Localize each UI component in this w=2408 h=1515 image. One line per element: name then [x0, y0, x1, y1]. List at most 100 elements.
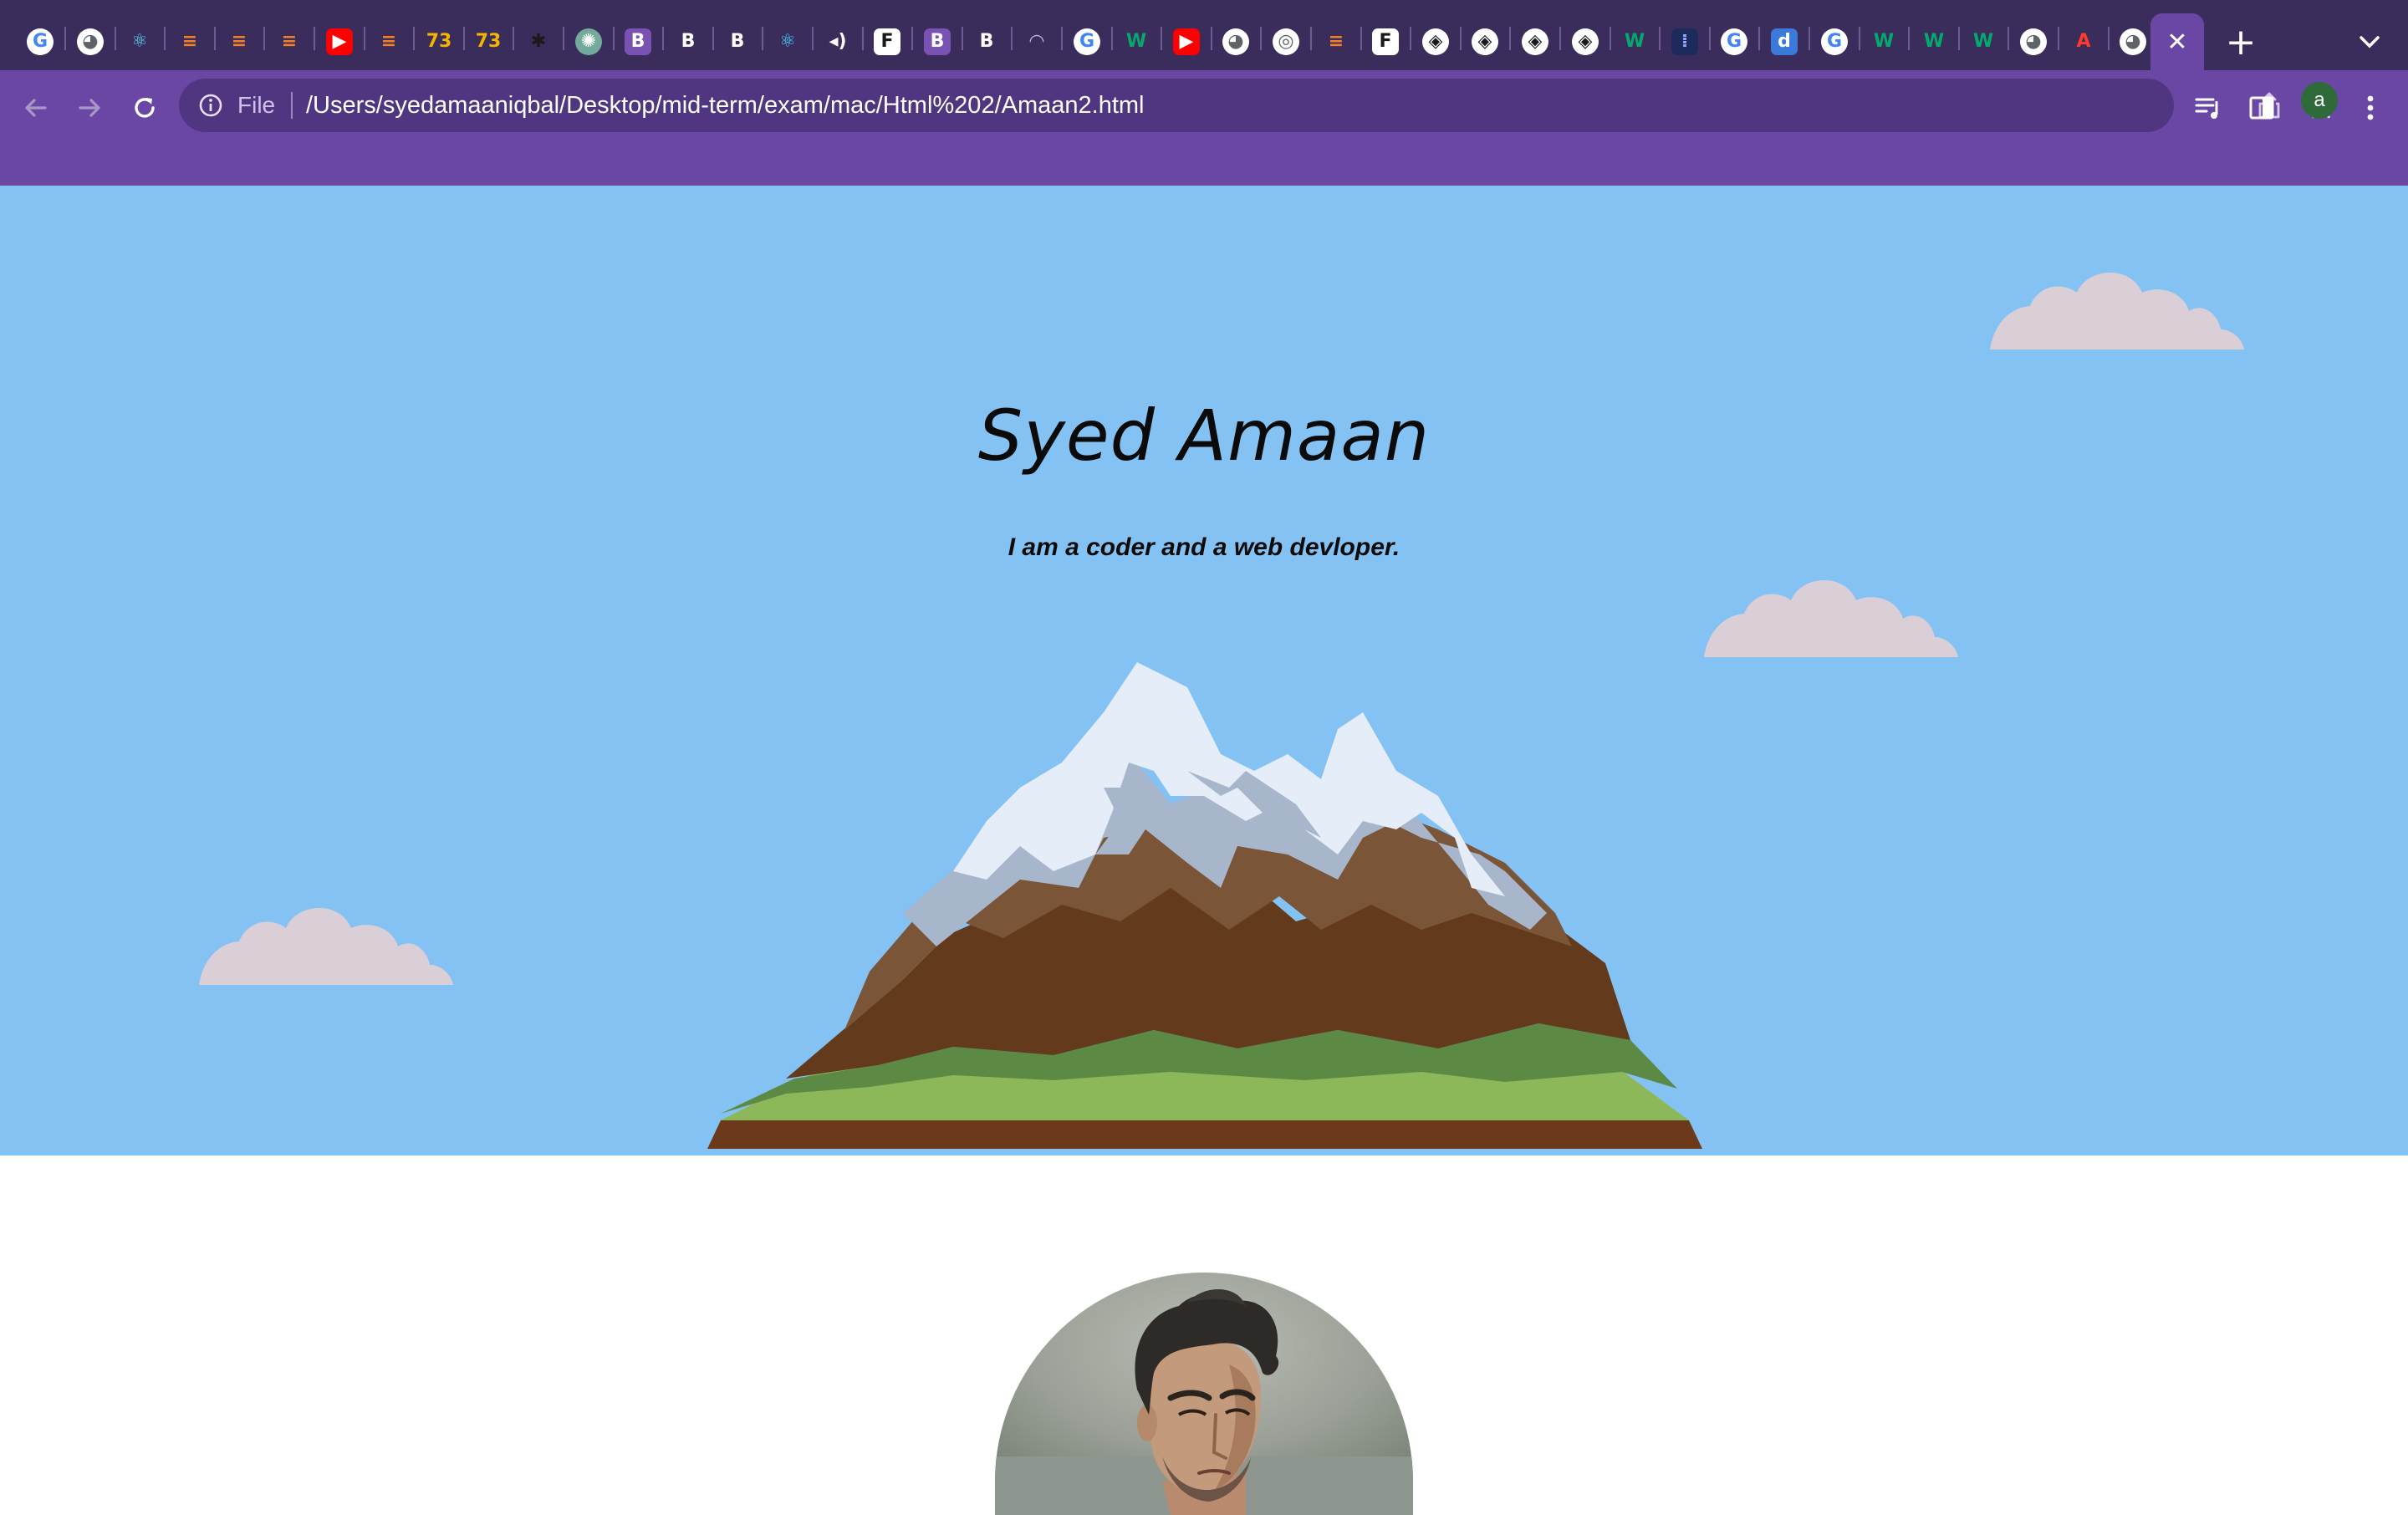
stackoverflow-icon: ≡ [181, 31, 198, 52]
browser-tab[interactable]: B [912, 13, 963, 70]
w3schools-icon: 73 [475, 31, 502, 52]
browser-tab[interactable]: G [15, 13, 66, 70]
browser-tab[interactable]: ◎ [1261, 13, 1312, 70]
mountain-illustration [707, 662, 1702, 1149]
browser-tab[interactable]: ◈ [1560, 13, 1611, 70]
w3-icon: W [1125, 31, 1147, 52]
dotted-grid-icon: ⁞ [1671, 28, 1698, 55]
browser-tab[interactable]: B [712, 13, 763, 70]
cloud-left [199, 907, 453, 985]
stackoverflow-icon: ≡ [231, 31, 247, 52]
bootstrap-icon: B [924, 28, 951, 55]
page-viewport: Syed Amaan I am a coder and a web devlop… [0, 186, 2408, 1515]
google-icon: G [1074, 28, 1100, 55]
globe-icon: ◕ [1222, 28, 1249, 55]
browser-tab[interactable]: B [962, 13, 1013, 70]
w3-icon: W [1923, 31, 1945, 52]
browser-tab[interactable]: ≡ [214, 13, 265, 70]
w3-icon: W [1624, 31, 1645, 52]
reload-icon [135, 98, 155, 118]
browser-tab[interactable]: ◈ [1460, 13, 1511, 70]
bootstrap-icon: B [979, 31, 994, 52]
browser-tab[interactable]: ▶ [314, 13, 365, 70]
browser-tab[interactable]: ✱ [513, 13, 564, 70]
cloud-middle-right [1704, 579, 1958, 657]
browser-tab[interactable]: W [1610, 13, 1661, 70]
hero-section: Syed Amaan I am a coder and a web devlop… [0, 186, 2408, 1155]
browser-tab[interactable]: ◈ [1411, 13, 1462, 70]
profile-photo [995, 1273, 1413, 1515]
fontawesome-icon: F [1372, 28, 1399, 55]
url-text[interactable]: /Users/syedamaaniqbal/Desktop/mid-term/e… [306, 90, 1144, 120]
w3-icon: W [1873, 31, 1895, 52]
back-button[interactable] [13, 85, 59, 130]
info-icon[interactable] [197, 92, 224, 119]
stackoverflow-icon: ≡ [1328, 31, 1344, 52]
browser-tab[interactable]: F [1360, 13, 1411, 70]
tab-search-button[interactable] [2351, 23, 2388, 60]
browser-tab[interactable]: ◕ [2008, 13, 2059, 70]
arrow-right-icon [79, 99, 100, 117]
browser-tab[interactable]: ◠ [1012, 13, 1063, 70]
codepen-icon: ◈ [1572, 28, 1599, 55]
react-bootstrap-icon: ⚛ [779, 31, 796, 52]
address-bar[interactable]: File /Users/syedamaaniqbal/Desktop/mid-t… [179, 79, 2335, 132]
cloud-top-right [1990, 272, 2244, 349]
codepen-icon: ◈ [1422, 28, 1449, 55]
browser-menu-button[interactable] [2348, 85, 2393, 130]
browser-tab[interactable]: 73 [463, 13, 514, 70]
browser-toolbar: File /Users/syedamaaniqbal/Desktop/mid-t… [0, 70, 2408, 201]
media-control-button[interactable] [2186, 85, 2231, 130]
tab-strip: G ◕ ⚛ ≡ ≡ ≡ ▶ ≡ 73 73 ✱ ✺ B B B ⚛ ◂) F B B ◠ G W ▶ ◕ ◎ ≡ F ◈ ◈ ◈ ◈ W ⁞ Gd G… [0, 0, 2408, 70]
close-tab-icon[interactable]: ✕ [2166, 28, 2187, 57]
browser-tab[interactable]: W [1958, 13, 2009, 70]
w3schools-icon: 73 [426, 31, 452, 52]
browser-tab[interactable]: G [1062, 13, 1113, 70]
stackoverflow-icon: ≡ [281, 31, 298, 52]
browser-tab[interactable]: W [1111, 13, 1162, 70]
react-icon: ⚛ [131, 31, 148, 52]
browser-tab[interactable]: ≡ [165, 13, 216, 70]
audio-icon: ◂) [829, 31, 847, 52]
browser-tab[interactable]: ≡ [364, 13, 415, 70]
browser-tab[interactable]: W [1859, 13, 1910, 70]
browser-tab[interactable]: ≡ [264, 13, 315, 70]
browser-tab[interactable]: ✺ [564, 13, 615, 70]
globe-icon: ◕ [2120, 28, 2146, 55]
browser-tab[interactable]: d [1759, 13, 1810, 70]
browser-tab[interactable]: ⁞ [1660, 13, 1711, 70]
browser-tab[interactable]: ⚛ [763, 13, 814, 70]
arrow-left-icon [25, 99, 47, 117]
browser-tab[interactable]: ≡ [1311, 13, 1362, 70]
profile-avatar[interactable]: a [2301, 82, 2338, 119]
browser-tab[interactable]: G [1709, 13, 1760, 70]
stackoverflow-icon: ≡ [380, 31, 397, 52]
active-tab[interactable]: ✕ [2150, 13, 2204, 70]
browser-tab[interactable]: G [1809, 13, 1860, 70]
new-tab-button[interactable]: + [2219, 20, 2263, 64]
browser-tab[interactable]: ⚛ [115, 13, 166, 70]
openai-icon: ✺ [575, 28, 602, 55]
side-panel-button[interactable] [2239, 85, 2284, 130]
browser-tab[interactable]: 73 [414, 13, 465, 70]
bootstrap-icon: B [625, 28, 651, 55]
dictionary-icon: d [1771, 28, 1798, 55]
browser-tab[interactable]: A [2059, 13, 2110, 70]
browser-tab[interactable]: F [862, 13, 913, 70]
browser-tab[interactable]: ◈ [1510, 13, 1561, 70]
more-vertical-icon [2367, 95, 2374, 120]
browser-tab[interactable]: W [1909, 13, 1960, 70]
hero-title: Syed Amaan [977, 395, 1431, 477]
browser-tab[interactable]: B [613, 13, 664, 70]
browser-tab[interactable]: ◕ [1211, 13, 1262, 70]
browser-tab[interactable]: ▶ [1161, 13, 1212, 70]
reload-button[interactable] [122, 85, 167, 130]
w3-icon: W [1972, 31, 1994, 52]
forward-button[interactable] [67, 85, 112, 130]
omnibox-divider [291, 92, 293, 119]
browser-tab[interactable]: ◕ [65, 13, 116, 70]
browser-tab[interactable]: ◂) [813, 13, 864, 70]
chevron-down-icon [2360, 36, 2380, 48]
fontawesome-icon: F [874, 28, 900, 55]
browser-tab[interactable]: B [663, 13, 714, 70]
